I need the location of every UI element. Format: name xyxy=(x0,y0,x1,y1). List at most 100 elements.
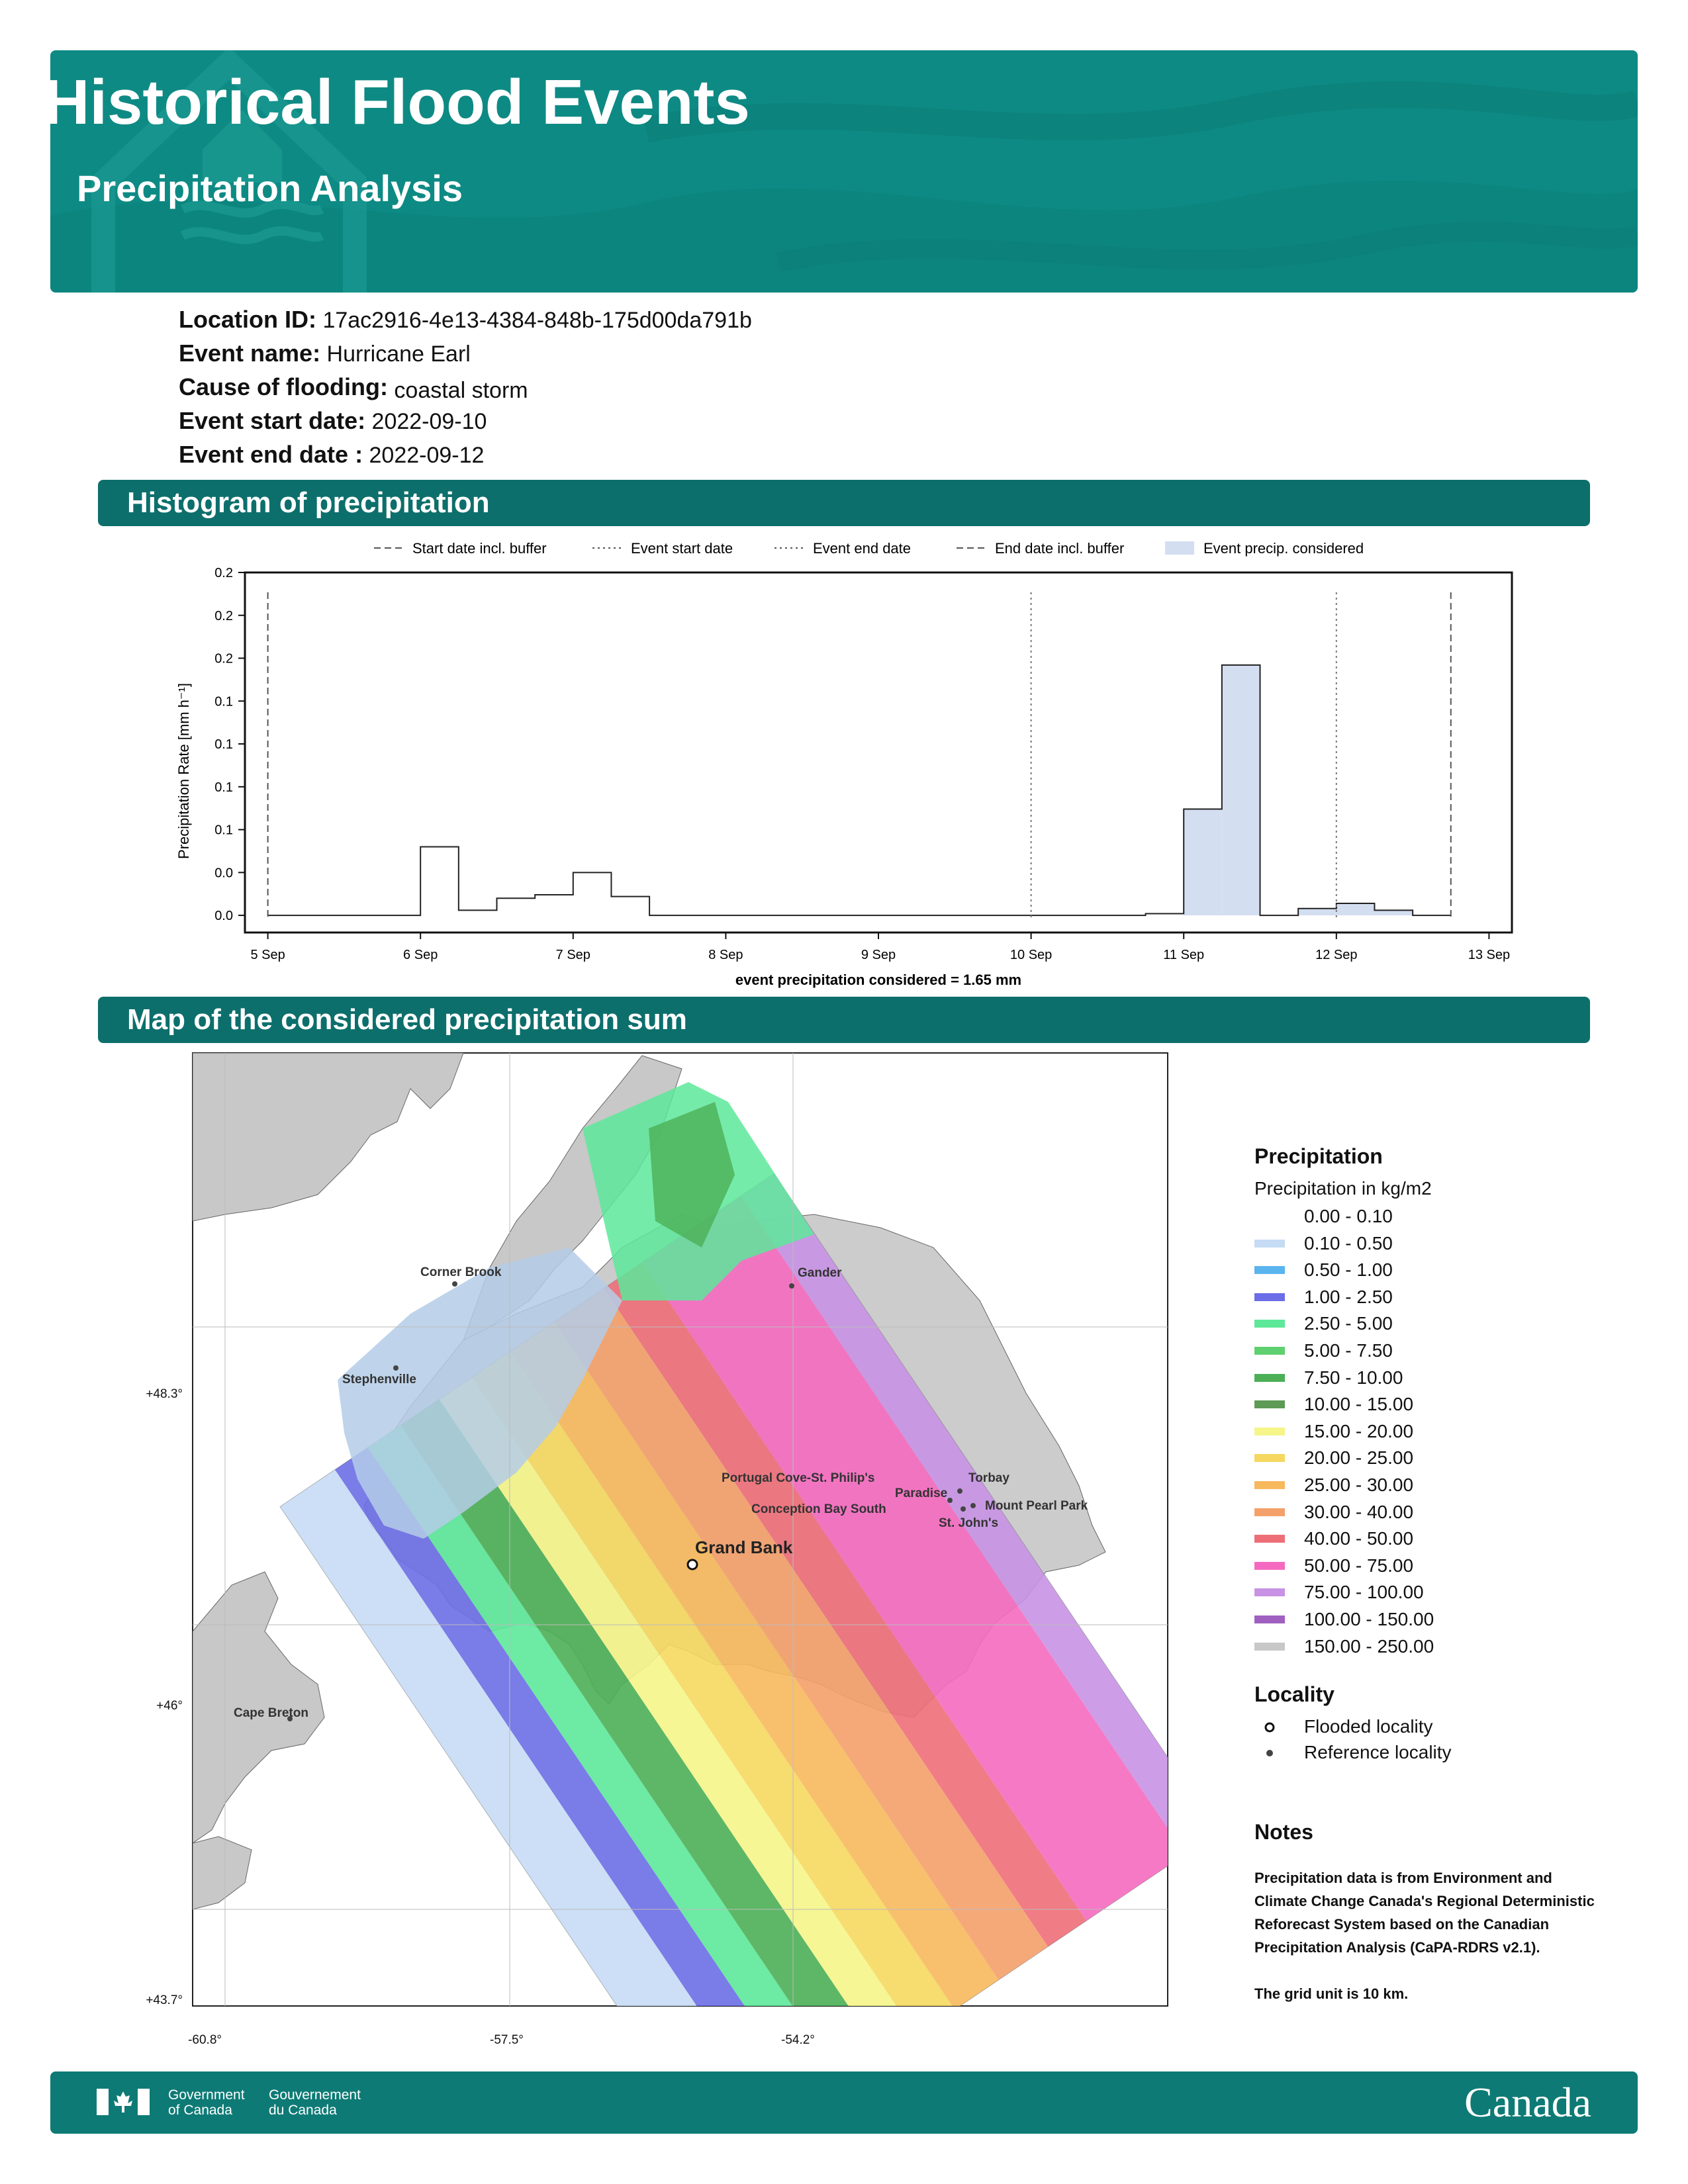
legend-class-label: 5.00 - 7.50 xyxy=(1304,1340,1393,1361)
info-value: 2022-09-12 xyxy=(369,443,485,468)
info-label: Event start date: xyxy=(179,407,366,434)
legend-swatch xyxy=(1254,1615,1285,1623)
y-tick-label: 0.2 xyxy=(214,652,233,666)
legend-subtitle: Precipitation in kg/m2 xyxy=(1254,1178,1432,1199)
info-label: Event end date : xyxy=(179,441,363,468)
place-torbay: Torbay xyxy=(968,1471,1009,1485)
legend-class-label: 15.00 - 20.00 xyxy=(1304,1420,1414,1441)
reference-locality-icon xyxy=(1266,1750,1273,1756)
legend-entry: Event start date xyxy=(631,540,733,557)
histogram-bar xyxy=(1374,910,1413,916)
x-tick-label: 7 Sep xyxy=(556,948,590,962)
lat-label: +43.7° xyxy=(146,1993,183,2007)
legend-swatch xyxy=(1254,1535,1285,1543)
histogram-plot-area: 0.0 0.0 0.1 0.1 0.1 0.1 0.2 0.2 0.2 5 Sep 6 Sep 7 S… xyxy=(214,566,1513,962)
y-tick-label: 0.1 xyxy=(214,780,233,795)
y-tick-label: 0.0 xyxy=(214,866,233,880)
place-stephenville: Stephenville xyxy=(342,1373,416,1387)
canada-wordmark: Canada xyxy=(1464,2079,1591,2126)
x-tick-label: 6 Sep xyxy=(403,948,438,962)
x-tick-label: 9 Sep xyxy=(861,948,896,962)
locality-title: Locality xyxy=(1254,1682,1335,1706)
gov-fr-line1: Gouvernement xyxy=(269,2087,361,2103)
histogram-step-line xyxy=(267,664,1451,917)
flooded-locality-marker xyxy=(686,1559,698,1570)
plot-frame xyxy=(244,571,1513,934)
legend-swatch xyxy=(1254,1266,1285,1275)
notes-text-2: The grid unit is 10 km. xyxy=(1254,1985,1409,2002)
info-cause: Cause of flooding: coastal storm xyxy=(179,373,528,403)
legend-swatch xyxy=(1254,1508,1285,1516)
info-value: 17ac2916-4e13-4384-848b-175d00da791b xyxy=(322,308,752,333)
y-tick-label: 0.1 xyxy=(214,737,233,752)
legend-class-label: 75.00 - 100.00 xyxy=(1304,1582,1424,1603)
info-event-name: Event name: Hurricane Earl xyxy=(179,340,471,367)
page-title: Historical Flood Events xyxy=(44,67,750,138)
legend-swatch xyxy=(1254,1642,1285,1651)
y-tick-label: 0.2 xyxy=(214,609,233,623)
legend-class-label: 0.10 - 0.50 xyxy=(1304,1232,1393,1253)
info-label: Location ID: xyxy=(179,306,316,333)
legend-swatch xyxy=(1254,1347,1285,1355)
legend-class-label: 7.50 - 10.00 xyxy=(1304,1367,1403,1388)
legend-swatch xyxy=(1254,1588,1285,1597)
y-tick-label: 0.1 xyxy=(214,823,233,838)
histogram-bar xyxy=(1298,908,1336,916)
legend-swatch xyxy=(1254,1320,1285,1328)
legend-class-label: 100.00 - 150.00 xyxy=(1304,1609,1434,1629)
legend-entry: Event precip. considered xyxy=(1203,540,1364,557)
notes-body: Precipitation data is from Environment a… xyxy=(1254,1866,1599,2005)
histogram-legend: Start date incl. buffer Event start date E… xyxy=(374,540,1364,557)
legend-swatch xyxy=(1254,1373,1285,1382)
info-end-date: Event end date : 2022-09-12 xyxy=(179,441,484,469)
legend-class-label: 0.50 - 1.00 xyxy=(1304,1259,1393,1281)
canada-flag-icon xyxy=(97,2089,150,2115)
lon-label: -57.5° xyxy=(490,2033,524,2047)
government-of-canada-en: Government of Canada xyxy=(168,2087,245,2118)
legend-class-label: 30.00 - 40.00 xyxy=(1304,1501,1414,1522)
place-conception-bay-south: Conception Bay South xyxy=(751,1502,886,1516)
y-axis-label: Precipitation Rate [mm h⁻¹] xyxy=(175,683,192,859)
legend-swatch xyxy=(1254,1239,1285,1248)
legend-swatch xyxy=(1254,1561,1285,1570)
y-tick-label: 0.1 xyxy=(214,694,233,709)
legend-flooded-locality: Flooded locality xyxy=(1304,1716,1433,1737)
x-axis-label: event precipitation considered = 1.65 mm xyxy=(735,972,1021,988)
legend-class-label: 50.00 - 75.00 xyxy=(1304,1555,1414,1576)
legend-swatch xyxy=(1254,1427,1285,1435)
place-paradise: Paradise xyxy=(895,1486,947,1500)
legend-class-label: 40.00 - 50.00 xyxy=(1304,1528,1414,1549)
place-gander: Gander xyxy=(798,1266,842,1280)
info-value: coastal storm xyxy=(394,378,528,403)
info-value: 2022-09-10 xyxy=(371,409,487,434)
lat-label: +48.3° xyxy=(146,1387,183,1401)
x-tick-label: 13 Sep xyxy=(1468,948,1510,962)
place-corner-brook: Corner Brook xyxy=(420,1265,502,1279)
lon-label: -60.8° xyxy=(188,2033,222,2047)
legend-class-label: 20.00 - 25.00 xyxy=(1304,1447,1414,1469)
legend-entry: End date incl. buffer xyxy=(995,540,1124,557)
gov-en-line2: of Canada xyxy=(168,2103,232,2118)
lon-label: -54.2° xyxy=(781,2033,815,2047)
notes-title: Notes xyxy=(1254,1820,1313,1844)
info-label: Cause of flooding: xyxy=(179,373,388,400)
legend-swatch xyxy=(1254,1481,1285,1489)
legend-class-label: 25.00 - 30.00 xyxy=(1304,1475,1414,1495)
histogram-bar xyxy=(1184,809,1222,916)
government-of-canada-fr: Gouvernement du Canada xyxy=(269,2087,361,2118)
legend-swatch xyxy=(1254,1293,1285,1301)
section-title: Histogram of precipitation xyxy=(127,486,490,519)
legend-class-label: 0.00 - 0.10 xyxy=(1304,1206,1393,1226)
legend-swatch xyxy=(1165,541,1194,555)
y-tick-label: 0.2 xyxy=(214,566,233,580)
legend-swatch xyxy=(1254,1212,1285,1220)
legend-reference-locality: Reference locality xyxy=(1304,1742,1452,1762)
notes-text-1: Precipitation data is from Environment a… xyxy=(1254,1870,1595,1956)
legend-title: Precipitation xyxy=(1254,1144,1383,1168)
legend-class-label: 150.00 - 250.00 xyxy=(1304,1635,1434,1657)
precipitation-map: Corner Brook Stephenville Gander Cape Br… xyxy=(146,1052,1168,2047)
y-tick-label: 0.0 xyxy=(214,909,233,923)
place-mount-pearl-park: Mount Pearl Park xyxy=(985,1499,1088,1513)
lat-label: +46° xyxy=(156,1699,183,1713)
page-subtitle: Precipitation Analysis xyxy=(77,167,463,209)
